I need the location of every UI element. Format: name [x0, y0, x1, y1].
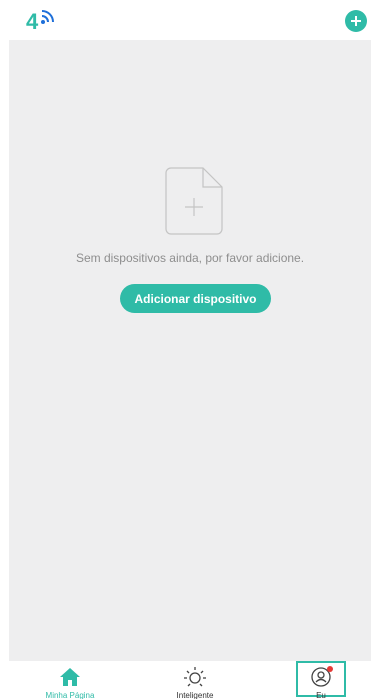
plus-icon — [351, 16, 361, 26]
bottom-tab-bar: Minha Página Inteligente Eu — [0, 661, 378, 699]
empty-state-message: Sem dispositivos ainda, por favor adicio… — [75, 251, 305, 265]
add-button[interactable] — [345, 10, 367, 32]
sun-icon — [184, 666, 206, 688]
tab-me-label: Eu — [316, 691, 326, 699]
tab-home-label: Minha Página — [45, 691, 95, 699]
home-icon — [59, 666, 81, 688]
notification-badge — [327, 666, 333, 672]
tab-smart-label: Inteligente — [176, 691, 214, 699]
tab-smart[interactable]: Inteligente — [155, 661, 235, 699]
app-screen: 4 Sem dispositivos ainda, por favor adic… — [0, 0, 378, 699]
add-file-icon — [165, 167, 223, 235]
add-device-button[interactable]: Adicionar dispositivo — [120, 284, 271, 313]
svg-text:4: 4 — [26, 9, 39, 34]
tab-home[interactable]: Minha Página — [30, 661, 110, 699]
tab-me[interactable]: Eu — [296, 661, 346, 699]
top-bar: 4 — [0, 0, 378, 40]
app-logo: 4 — [24, 7, 58, 35]
device-list-area: Sem dispositivos ainda, por favor adicio… — [9, 40, 371, 661]
logo-icon: 4 — [26, 9, 54, 34]
user-icon — [310, 666, 333, 688]
